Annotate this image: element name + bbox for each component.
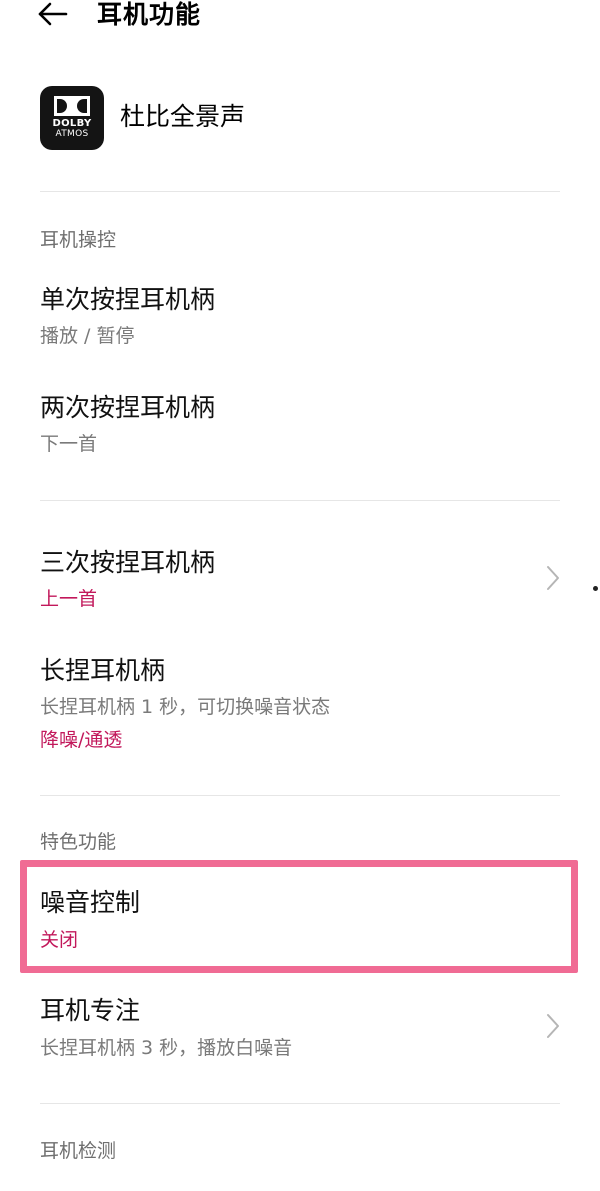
double-press-setting[interactable]: 两次按捏耳机柄 下一首	[0, 392, 600, 462]
chevron-right-icon	[544, 563, 562, 593]
page-title: 耳机功能	[97, 0, 202, 29]
earphone-functions-page: 耳机功能 DOLBY ATMOS 杜比全景声 耳机操控 单次按捏耳机柄 播放 /…	[0, 0, 600, 1191]
noise-control-setting[interactable]: 噪音控制 关闭	[0, 887, 600, 957]
single-press-title: 单次按捏耳机柄	[40, 285, 216, 314]
noise-control-value: 关闭	[40, 929, 79, 951]
section-header-features: 特色功能	[40, 831, 117, 853]
triple-press-value: 上一首	[40, 588, 98, 610]
single-press-setting[interactable]: 单次按捏耳机柄 播放 / 暂停	[0, 284, 600, 354]
edge-dot	[593, 586, 598, 591]
dolby-double-d-icon	[54, 96, 90, 116]
long-press-title: 长捏耳机柄	[40, 656, 166, 685]
earphone-focus-setting[interactable]: 耳机专注 长捏耳机柄 3 秒，播放白噪音	[0, 995, 600, 1065]
long-press-description: 长捏耳机柄 1 秒，可切换噪音状态	[40, 696, 331, 718]
noise-control-title: 噪音控制	[40, 888, 141, 917]
chevron-right-icon	[544, 1011, 562, 1041]
back-button[interactable]	[30, 0, 74, 34]
divider	[40, 795, 560, 796]
dolby-atmos-label: 杜比全景声	[120, 102, 246, 131]
earphone-focus-title: 耳机专注	[40, 996, 141, 1025]
double-press-value: 下一首	[40, 433, 98, 455]
section-header-detection: 耳机检测	[40, 1140, 117, 1162]
double-press-title: 两次按捏耳机柄	[40, 393, 216, 422]
dolby-atmos-logo: DOLBY ATMOS	[40, 86, 104, 150]
divider	[40, 191, 560, 192]
triple-press-setting[interactable]: 三次按捏耳机柄 上一首	[0, 547, 600, 617]
long-press-setting[interactable]: 长捏耳机柄 长捏耳机柄 1 秒，可切换噪音状态 降噪/通透	[0, 655, 600, 755]
dolby-logo-text-line1: DOLBY	[52, 118, 92, 129]
back-arrow-icon	[30, 0, 74, 34]
triple-press-title: 三次按捏耳机柄	[40, 548, 216, 577]
divider	[40, 500, 560, 501]
divider	[40, 1103, 560, 1104]
earphone-focus-description: 长捏耳机柄 3 秒，播放白噪音	[40, 1037, 293, 1059]
long-press-value: 降噪/通透	[40, 729, 123, 751]
header: 耳机功能	[0, 0, 600, 36]
section-header-controls: 耳机操控	[40, 229, 117, 251]
dolby-atmos-row[interactable]: DOLBY ATMOS 杜比全景声	[0, 84, 600, 150]
single-press-value: 播放 / 暂停	[40, 325, 135, 347]
dolby-logo-text-line2: ATMOS	[55, 129, 89, 139]
